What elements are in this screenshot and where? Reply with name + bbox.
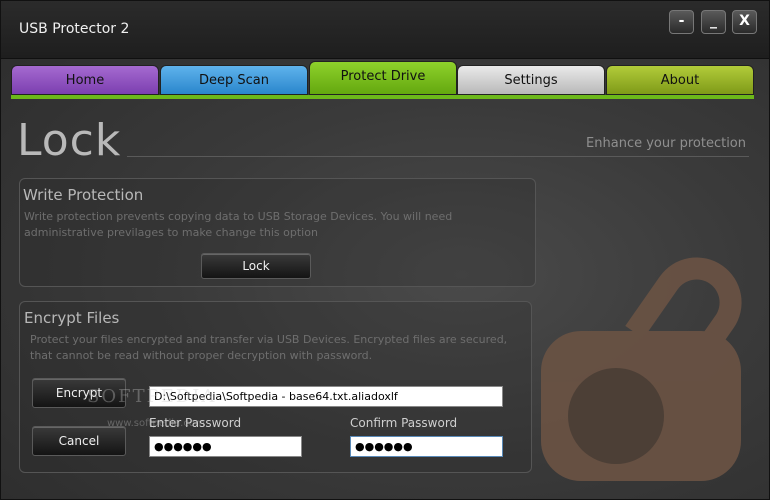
page-title: Lock (17, 115, 122, 166)
minimize-button[interactable]: - (669, 10, 694, 34)
encrypt-files-desc-line1: Protect your files encrypted and transfe… (30, 333, 508, 346)
watermark-url: www.softpedia.com (107, 418, 205, 429)
write-protection-desc-line1: Write protection prevents copying data t… (24, 210, 453, 223)
encrypt-files-desc-line2: that cannot be read without proper decry… (30, 349, 373, 362)
tab-underline (11, 95, 754, 99)
app-title: USB Protector 2 (19, 21, 130, 37)
confirm-password-input[interactable]: ●●●●●● (350, 436, 503, 457)
page-subtitle: Enhance your protection (586, 136, 746, 151)
maximize-button[interactable]: _ (701, 10, 726, 34)
confirm-password-label: Confirm Password (350, 416, 458, 430)
write-protection-desc-line2: administrative previlages to make change… (24, 226, 318, 239)
lock-button[interactable]: Lock (201, 253, 311, 279)
encrypt-files-title: Encrypt Files (24, 309, 120, 327)
cancel-button[interactable]: Cancel (32, 426, 126, 456)
header-divider (127, 156, 749, 157)
close-button[interactable]: X (732, 10, 757, 34)
tab-settings[interactable]: Settings (457, 65, 605, 95)
tab-bar: Home Deep Scan Protect Drive Settings Ab… (11, 61, 755, 99)
watermark: SOFTPEDIA (87, 386, 217, 407)
padlock-icon (541, 257, 742, 481)
write-protection-description: Write protection prevents copying data t… (24, 209, 452, 241)
encrypt-files-description: Protect your files encrypted and transfe… (30, 332, 507, 364)
title-bar[interactable]: USB Protector 2 - _ X (1, 1, 769, 59)
tab-protect-drive[interactable]: Protect Drive (309, 61, 457, 95)
app-window: USB Protector 2 - _ X Home Deep Scan Pro… (0, 0, 770, 500)
write-protection-panel: Write Protection Write protection preven… (19, 178, 536, 287)
tab-home[interactable]: Home (11, 65, 159, 95)
tab-deep-scan[interactable]: Deep Scan (160, 65, 308, 95)
write-protection-title: Write Protection (23, 186, 144, 204)
password-input[interactable]: ●●●●●● (149, 436, 302, 457)
tab-about[interactable]: About (606, 65, 754, 95)
